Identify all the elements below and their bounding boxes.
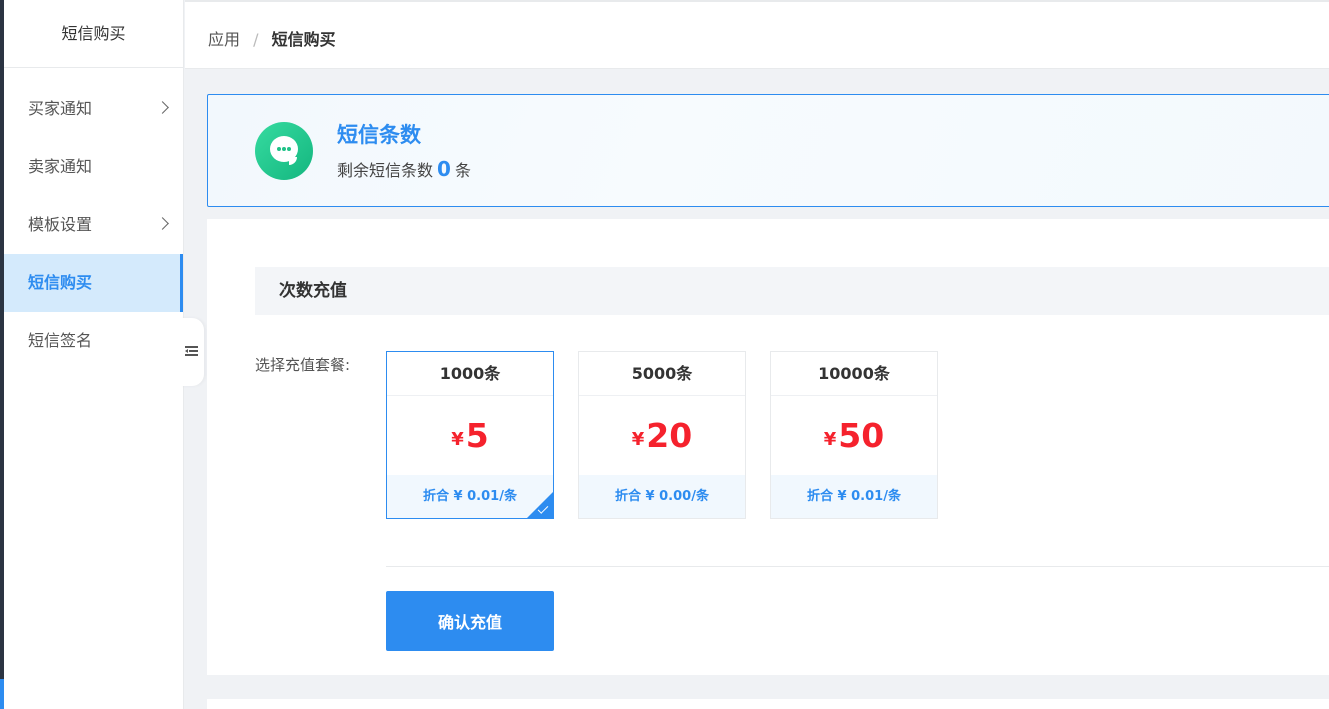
breadcrumb-separator: / <box>253 30 259 49</box>
package-price: ¥5 <box>387 396 553 475</box>
recharge-panel: 次数充值 选择充值套餐: 1000条 ¥5 折合 ¥ 0.01/条 5000条 … <box>207 219 1329 675</box>
sms-balance-card: 短信条数 剩余短信条数 0 条 <box>207 94 1329 207</box>
breadcrumb: 应用 / 短信购买 <box>208 26 336 50</box>
package-card-1000[interactable]: 1000条 ¥5 折合 ¥ 0.01/条 <box>386 351 554 519</box>
package-select-label: 选择充值套餐: <box>255 356 351 374</box>
sidebar-item-template-settings[interactable]: 模板设置 <box>4 196 183 254</box>
package-unit-price: 折合 ¥ 0.00/条 <box>579 475 745 518</box>
package-card-10000[interactable]: 10000条 ¥50 折合 ¥ 0.01/条 <box>770 351 938 519</box>
package-name: 1000条 <box>387 352 553 396</box>
breadcrumb-current: 短信购买 <box>271 30 336 49</box>
sidebar-item-label: 买家通知 <box>28 99 93 118</box>
sidebar: 短信购买 买家通知 卖家通知 模板设置 短信购买 短信签名 <box>4 0 184 709</box>
price-amount: 50 <box>838 416 885 455</box>
chevron-right-icon <box>156 217 169 230</box>
sms-balance-title: 短信条数 <box>337 123 421 147</box>
sidebar-item-sms-signature[interactable]: 短信签名 <box>4 312 183 370</box>
collapse-menu-icon <box>185 346 198 357</box>
divider <box>386 566 1329 567</box>
package-unit-price: 折合 ¥ 0.01/条 <box>771 475 937 518</box>
sidebar-item-label: 短信购买 <box>28 273 93 292</box>
remaining-count: 0 <box>437 157 451 181</box>
sidebar-item-label: 模板设置 <box>28 215 93 234</box>
sms-remaining: 剩余短信条数 0 条 <box>337 157 471 181</box>
sidebar-item-label: 卖家通知 <box>28 157 93 176</box>
sidebar-item-sms-purchase[interactable]: 短信购买 <box>4 254 183 312</box>
breadcrumb-root[interactable]: 应用 <box>208 30 240 49</box>
price-amount: 20 <box>646 416 693 455</box>
confirm-recharge-button[interactable]: 确认充值 <box>386 591 554 651</box>
package-price: ¥50 <box>771 396 937 475</box>
sidebar-collapse-toggle[interactable] <box>180 318 204 386</box>
currency-symbol: ¥ <box>823 429 837 450</box>
chevron-right-icon <box>156 101 169 114</box>
sidebar-item-buyer-notice[interactable]: 买家通知 <box>4 80 183 138</box>
top-bar: 应用 / 短信购买 <box>185 0 1329 69</box>
price-amount: 5 <box>465 416 489 455</box>
next-panel <box>207 699 1329 709</box>
remaining-suffix: 条 <box>454 161 471 180</box>
currency-symbol: ¥ <box>631 429 645 450</box>
currency-symbol: ¥ <box>451 429 464 450</box>
sidebar-item-label: 短信签名 <box>28 331 93 350</box>
package-name: 10000条 <box>771 352 937 396</box>
remaining-prefix: 剩余短信条数 <box>337 161 434 180</box>
sidebar-item-seller-notice[interactable]: 卖家通知 <box>4 138 183 196</box>
chat-bubble-icon <box>255 122 313 180</box>
section-title: 次数充值 <box>255 267 1329 315</box>
package-price: ¥20 <box>579 396 745 475</box>
package-card-5000[interactable]: 5000条 ¥20 折合 ¥ 0.00/条 <box>578 351 746 519</box>
selected-corner <box>527 492 553 518</box>
package-name: 5000条 <box>579 352 745 396</box>
sidebar-title: 短信购买 <box>4 0 183 68</box>
